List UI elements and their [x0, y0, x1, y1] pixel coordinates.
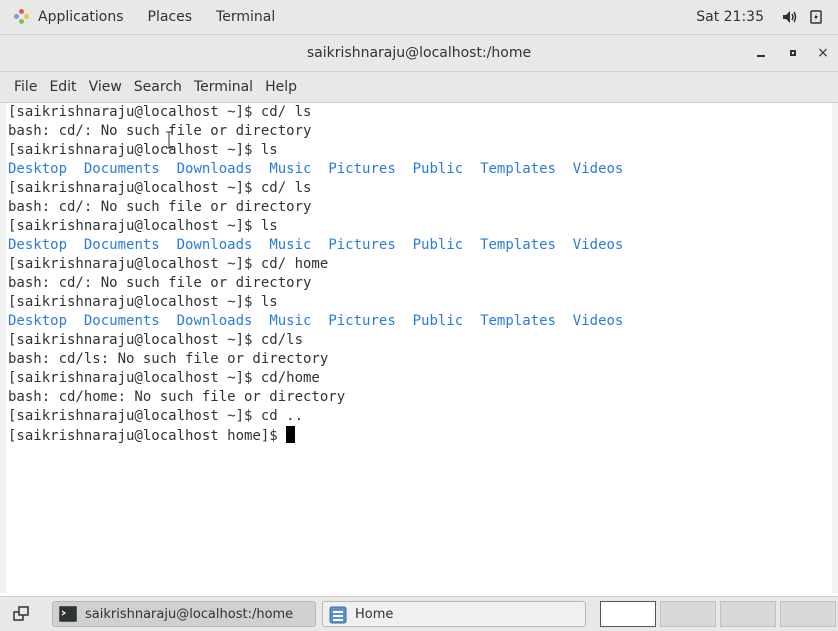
terminal-line: [saikrishnaraju@localhost ~]$ cd .. [8, 408, 304, 424]
clock[interactable]: Sat 21:35 [696, 9, 764, 25]
terminal-line: [saikrishnaraju@localhost ~]$ cd/ ls [8, 104, 312, 120]
terminal-line: [saikrishnaraju@localhost ~]$ cd/ home [8, 256, 329, 272]
minimize-icon [757, 55, 765, 57]
directory-entry: Desktop [8, 161, 68, 177]
directory-listing: Desktop Documents Downloads Music Pictur… [8, 312, 834, 331]
terminal-line: bash: cd/home: No such file or directory [8, 389, 346, 405]
maximize-button[interactable] [780, 35, 806, 71]
terminal-cursor [286, 426, 296, 443]
file-manager-icon [329, 606, 347, 624]
directory-entry: Documents [83, 237, 160, 253]
window-titlebar[interactable]: saikrishnaraju@localhost:/home × [0, 35, 838, 72]
menu-search[interactable]: Search [128, 79, 188, 95]
workspace-3[interactable] [720, 601, 776, 627]
terminal-line: bash: cd/: No such file or directory [8, 275, 312, 291]
directory-entry: Desktop [8, 313, 68, 329]
directory-entry: Downloads [176, 313, 253, 329]
close-button[interactable]: × [810, 35, 836, 71]
directory-entry: Public [412, 313, 464, 329]
applications-icon [14, 9, 30, 25]
directory-listing: Desktop Documents Downloads Music Pictur… [8, 236, 834, 255]
top-panel: Applications Places Terminal Sat 21:35 [0, 0, 838, 35]
close-icon: × [817, 45, 829, 61]
terminal-app-menu[interactable]: Terminal [216, 9, 275, 25]
workspace-4[interactable] [780, 601, 836, 627]
directory-entry: Documents [83, 161, 160, 177]
maximize-icon [790, 50, 796, 56]
taskbar-task-home[interactable]: Home [322, 601, 586, 627]
menu-terminal[interactable]: Terminal [188, 79, 259, 95]
terminal-line: [saikrishnaraju@localhost ~]$ cd/ ls [8, 180, 312, 196]
terminal-icon [59, 606, 77, 622]
terminal-prompt: [saikrishnaraju@localhost home]$ [8, 426, 834, 445]
directory-entry: Pictures [328, 237, 396, 253]
directory-entry: Templates [480, 161, 556, 177]
menu-edit[interactable]: Edit [43, 79, 82, 95]
directory-entry: Music [269, 161, 312, 177]
directory-entry: Pictures [328, 161, 396, 177]
directory-entry: Music [269, 237, 312, 253]
terminal-line: [saikrishnaraju@localhost ~]$ ls [8, 142, 278, 158]
terminal-line: [saikrishnaraju@localhost ~]$ cd/home [8, 370, 320, 386]
menu-file[interactable]: File [0, 79, 43, 95]
workspace-1[interactable] [600, 601, 656, 627]
directory-entry: Downloads [176, 161, 253, 177]
applications-label: Applications [38, 9, 124, 25]
terminal-line: [saikrishnaraju@localhost ~]$ ls [8, 294, 278, 310]
window-title: saikrishnaraju@localhost:/home [306, 45, 532, 61]
power-icon[interactable] [810, 10, 824, 24]
ibeam-cursor-icon [166, 131, 173, 149]
directory-entry: Videos [572, 237, 624, 253]
directory-entry: Music [269, 313, 312, 329]
directory-entry: Templates [480, 313, 556, 329]
places-menu[interactable]: Places [148, 9, 193, 25]
directory-entry: Public [412, 161, 464, 177]
directory-entry: Videos [572, 313, 624, 329]
directory-entry: Pictures [328, 313, 396, 329]
terminal-line: bash: cd/: No such file or directory [8, 123, 312, 139]
terminal-app-label: Terminal [216, 9, 276, 25]
volume-icon[interactable] [782, 10, 797, 24]
directory-entry: Templates [480, 237, 556, 253]
taskbar-task-terminal[interactable]: saikrishnaraju@localhost:/home [52, 601, 316, 627]
show-desktop-icon[interactable] [12, 605, 32, 623]
taskbar-task-label: Home [355, 606, 394, 622]
menu-view[interactable]: View [83, 79, 128, 95]
directory-entry: Documents [83, 313, 160, 329]
workspace-2[interactable] [660, 601, 716, 627]
bottom-taskbar: saikrishnaraju@localhost:/home Home [0, 596, 838, 631]
applications-menu[interactable]: Applications [14, 9, 124, 25]
directory-listing: Desktop Documents Downloads Music Pictur… [8, 160, 834, 179]
menu-help[interactable]: Help [259, 79, 303, 95]
places-label: Places [147, 9, 193, 25]
directory-entry: Desktop [8, 237, 68, 253]
minimize-button[interactable] [748, 35, 774, 71]
directory-entry: Videos [572, 161, 624, 177]
terminal-output[interactable]: [saikrishnaraju@localhost ~]$ cd/ ls bash… [6, 103, 834, 593]
directory-entry: Public [412, 237, 464, 253]
terminal-line: bash: cd/: No such file or directory [8, 199, 312, 215]
prompt-text: [saikrishnaraju@localhost home]$ [8, 428, 287, 444]
taskbar-task-label: saikrishnaraju@localhost:/home [85, 606, 294, 622]
terminal-line: [saikrishnaraju@localhost ~]$ cd/ls [8, 332, 304, 348]
terminal-line: bash: cd/ls: No such file or directory [8, 351, 329, 367]
directory-entry: Downloads [176, 237, 253, 253]
terminal-line: [saikrishnaraju@localhost ~]$ ls [8, 218, 278, 234]
terminal-menubar: File Edit View Search Terminal Help [0, 72, 838, 103]
terminal-scrollbar[interactable] [832, 103, 838, 593]
